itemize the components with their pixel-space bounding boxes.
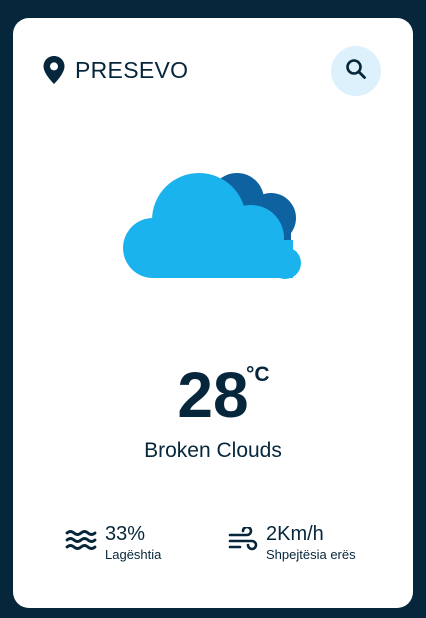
wind-label: Shpejtësia erës [266, 547, 356, 562]
wind-value: 2Km/h [266, 523, 324, 545]
humidity-text: 33% Lagështia [105, 523, 161, 562]
location: PRESEVO [43, 56, 188, 84]
header: PRESEVO [13, 18, 413, 128]
weather-condition: Broken Clouds [144, 439, 282, 462]
temperature-value: 28 [177, 359, 249, 431]
wind-icon [228, 525, 258, 558]
location-pin-icon [43, 56, 65, 84]
weather-card: PRESEVO 28 °C Broken Clouds 33% Lagështi… [13, 18, 413, 608]
temperature-row: 28 [13, 363, 413, 427]
wind-text: 2Km/h Shpejtësia erës [266, 523, 356, 562]
search-button[interactable] [331, 46, 381, 96]
humidity-label: Lagështia [105, 547, 162, 562]
wind-stat: 2Km/h Shpejtësia erës [228, 523, 356, 562]
humidity-value: 33% [105, 523, 146, 545]
humidity-stat: 33% Lagështia [65, 523, 161, 562]
broken-clouds-icon [121, 168, 306, 283]
city-name: PRESEVO [75, 56, 189, 83]
temperature-unit: °C [246, 363, 270, 386]
humidity-waves-icon [65, 528, 97, 557]
search-icon [345, 58, 367, 85]
